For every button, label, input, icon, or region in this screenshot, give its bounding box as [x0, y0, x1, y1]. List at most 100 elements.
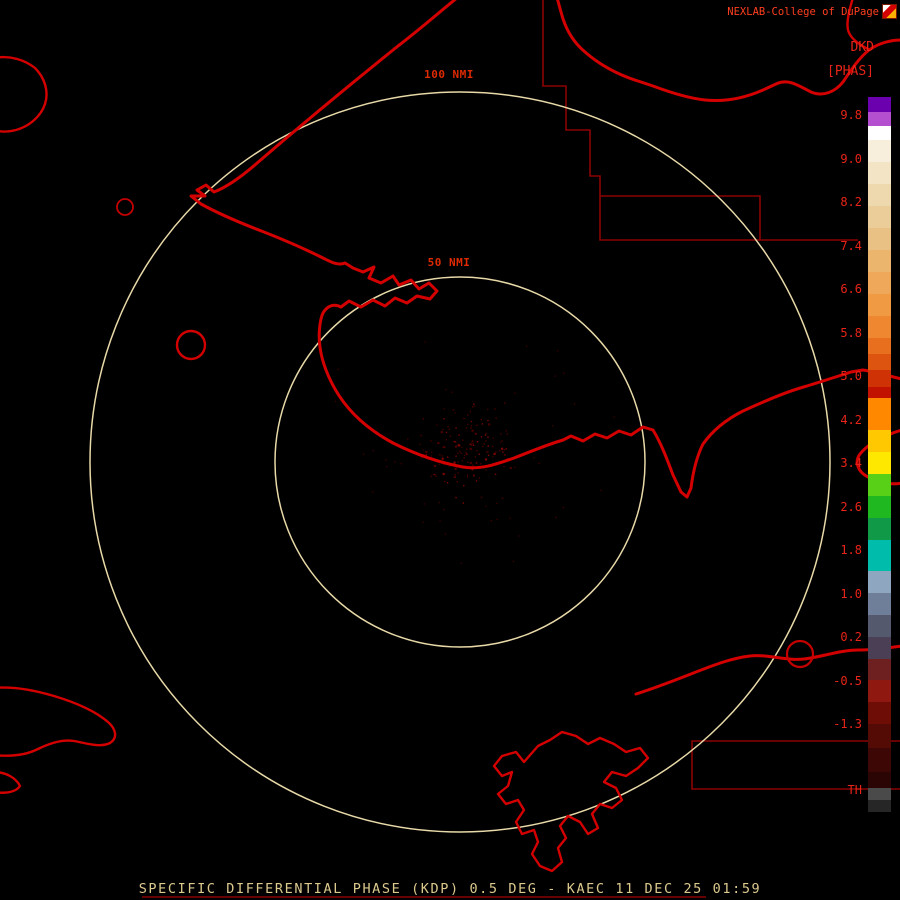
radar-echo [425, 450, 428, 453]
radar-echo [504, 454, 506, 456]
radar-echo [443, 508, 445, 511]
radar-echo [462, 439, 464, 441]
threshold-label: TH [847, 783, 862, 797]
radar-echo [483, 443, 485, 445]
colorbar-segment [868, 370, 891, 387]
radar-echo [487, 419, 489, 422]
radar-echo [480, 436, 483, 438]
colorbar-segment [868, 206, 891, 228]
radar-echo [481, 423, 484, 425]
radar-echo [487, 445, 489, 447]
radar-echo [506, 433, 508, 435]
radar-echo [372, 491, 374, 493]
nexlab-logo-icon [882, 4, 897, 19]
radar-echo [501, 440, 503, 442]
radar-echo [447, 456, 449, 458]
radar-echo [492, 445, 494, 448]
radar-echo [335, 400, 337, 402]
scale-label: 9.8 [840, 108, 862, 122]
radar-echo [471, 429, 474, 432]
radar-echo [449, 435, 451, 437]
radar-echo [482, 445, 484, 448]
boundary-staircase-inner [600, 195, 761, 240]
radar-echo [465, 427, 468, 429]
radar-echo [476, 441, 479, 443]
radar-echo [480, 463, 482, 465]
radar-echo [472, 442, 474, 445]
radar-echo [484, 458, 488, 461]
radar-echo [499, 449, 501, 452]
radar-echo [492, 456, 494, 458]
colorbar-segment [868, 496, 891, 518]
radar-echo [552, 425, 554, 427]
radar-echo [554, 375, 556, 377]
radar-echo [440, 431, 443, 434]
radar-echo [462, 502, 464, 504]
colorbar-segment [868, 800, 891, 812]
radar-echo [461, 460, 464, 462]
product-block: DKD [PHAS] [827, 36, 874, 84]
product-units: [PHAS] [827, 64, 874, 79]
colorbar-segment [868, 680, 891, 702]
radar-echo [454, 412, 456, 414]
radar-echo [457, 452, 459, 454]
radar-echo [573, 403, 576, 405]
echo-layer [335, 341, 615, 564]
radar-echo [443, 464, 445, 466]
radar-echo [453, 440, 455, 443]
radar-echo [442, 472, 445, 476]
radar-echo [474, 456, 476, 458]
radar-echo [385, 459, 387, 461]
radar-echo [486, 451, 488, 453]
radar-echo [500, 433, 502, 435]
radar-echo [514, 392, 516, 394]
colorbar-segment [868, 788, 891, 800]
colorbar-segment [868, 637, 891, 659]
product-caption: SPECIFIC DIFFERENTIAL PHASE (KDP) 0.5 DE… [138, 881, 762, 897]
radar-echo [485, 432, 487, 435]
lake-circle-medium [175, 329, 207, 361]
radar-echo [467, 414, 469, 416]
radar-echo [460, 562, 462, 564]
radar-echo [466, 453, 468, 455]
colorbar [868, 97, 891, 812]
radar-echo [386, 466, 388, 468]
coastline-main [189, 0, 900, 499]
radar-echo [437, 442, 440, 445]
radar-echo [494, 473, 497, 475]
colorbar-segment [868, 387, 891, 398]
scale-label: 7.4 [840, 238, 862, 253]
scale-label: 6.6 [840, 282, 862, 296]
radar-echo [463, 457, 465, 459]
colorbar-segment [868, 140, 891, 162]
radar-echo [446, 482, 449, 484]
radar-echo [470, 425, 473, 427]
radar-echo [430, 440, 432, 442]
radar-echo [422, 521, 424, 523]
radar-echo [439, 453, 441, 456]
radar-echo [509, 466, 512, 470]
header: NEXLAB-College of DuPage [727, 4, 897, 19]
radar-echo [443, 480, 446, 483]
scale-label: 5.8 [840, 325, 862, 340]
radar-echo [470, 427, 472, 429]
island-bottom-center [492, 730, 650, 873]
radar-echo [430, 475, 433, 478]
radar-echo [454, 441, 457, 443]
colorbar-segment [868, 184, 891, 206]
radar-echo [562, 506, 564, 509]
range-label-50nmi: 50 NMI [427, 256, 471, 269]
zone-boundaries [142, 0, 900, 898]
scale-label: 1.0 [840, 586, 862, 601]
radar-echo [471, 444, 473, 446]
radar-echo [505, 430, 507, 432]
radar-echo [457, 461, 459, 463]
radar-echo [472, 444, 475, 446]
radar-echo [526, 345, 528, 347]
radar-echo [445, 431, 448, 434]
radar-echo [433, 464, 437, 468]
radar-echo [464, 454, 466, 456]
radar-echo [512, 560, 515, 563]
radar-echo [465, 451, 467, 454]
radar-echo [457, 472, 459, 474]
